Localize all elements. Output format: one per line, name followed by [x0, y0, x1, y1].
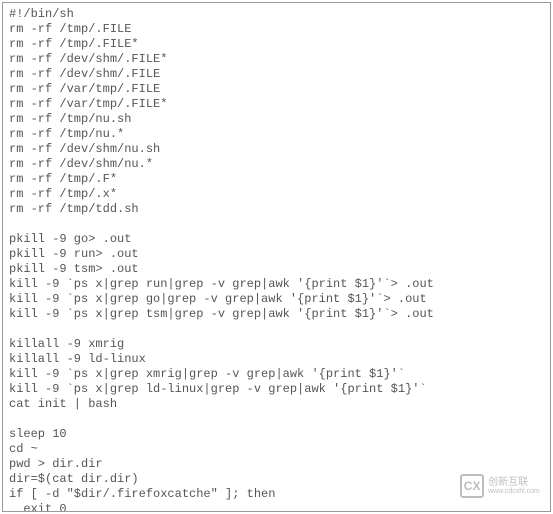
text-viewer-pane: #!/bin/sh rm -rf /tmp/.FILE rm -rf /tmp/… — [2, 2, 551, 512]
watermark-glyph-icon: CX — [460, 474, 484, 498]
shell-script-content: #!/bin/sh rm -rf /tmp/.FILE rm -rf /tmp/… — [9, 7, 550, 511]
watermark-logo: CX 创新互联 www.cdcxhl.com — [460, 474, 540, 498]
watermark-text: 创新互联 www.cdcxhl.com — [488, 478, 540, 495]
watermark: CX 创新互联 www.cdcxhl.com — [460, 471, 540, 501]
